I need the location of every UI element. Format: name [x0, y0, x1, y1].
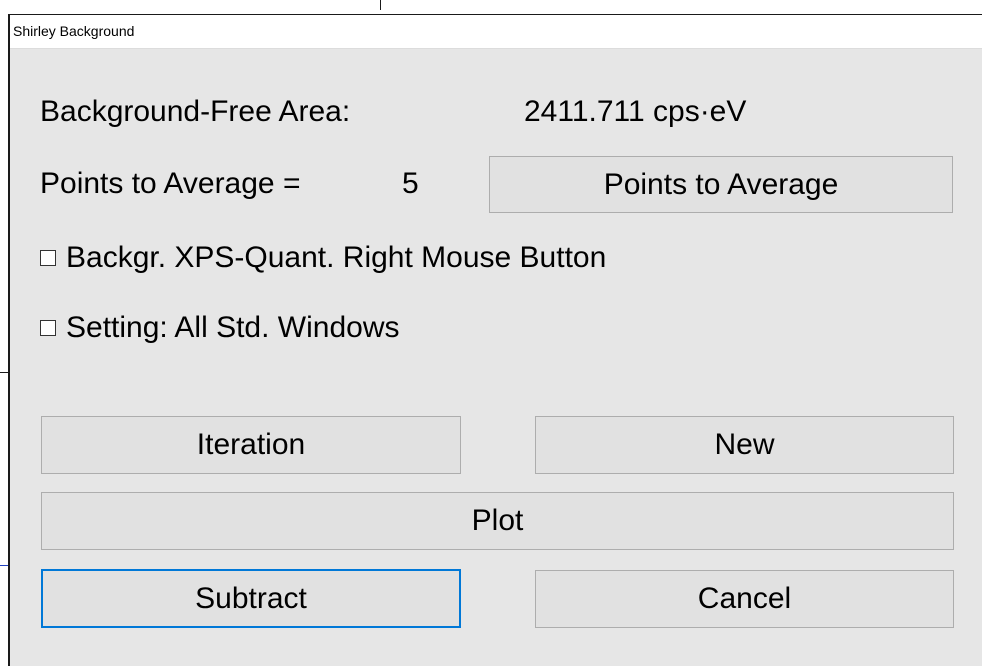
points-to-average-value: 5	[402, 167, 419, 200]
shirley-background-dialog: Shirley Background Background-Free Area:…	[8, 14, 982, 666]
window-title: Shirley Background	[13, 23, 135, 39]
new-button[interactable]: New	[535, 416, 954, 474]
points-to-average-button[interactable]: Points to Average	[489, 156, 953, 213]
plot-button[interactable]: Plot	[41, 492, 954, 550]
right-mouse-button-label: Backgr. XPS-Quant. Right Mouse Button	[66, 241, 607, 274]
points-to-average-label: Points to Average =	[40, 167, 301, 200]
area-value: 2411.711 cps·eV	[524, 95, 747, 128]
right-mouse-button-option[interactable]: Backgr. XPS-Quant. Right Mouse Button	[40, 241, 606, 275]
background-line	[380, 0, 381, 10]
background-line	[0, 372, 8, 373]
cancel-button[interactable]: Cancel	[535, 570, 954, 628]
all-std-windows-label: Setting: All Std. Windows	[66, 311, 400, 344]
area-label: Background-Free Area:	[40, 95, 351, 128]
background-line	[0, 565, 8, 566]
title-bar[interactable]: Shirley Background	[10, 15, 982, 49]
all-std-windows-checkbox[interactable]	[40, 320, 56, 336]
all-std-windows-option[interactable]: Setting: All Std. Windows	[40, 311, 400, 345]
right-mouse-button-checkbox[interactable]	[40, 250, 56, 266]
iteration-button[interactable]: Iteration	[41, 416, 461, 474]
subtract-button[interactable]: Subtract	[41, 569, 461, 628]
